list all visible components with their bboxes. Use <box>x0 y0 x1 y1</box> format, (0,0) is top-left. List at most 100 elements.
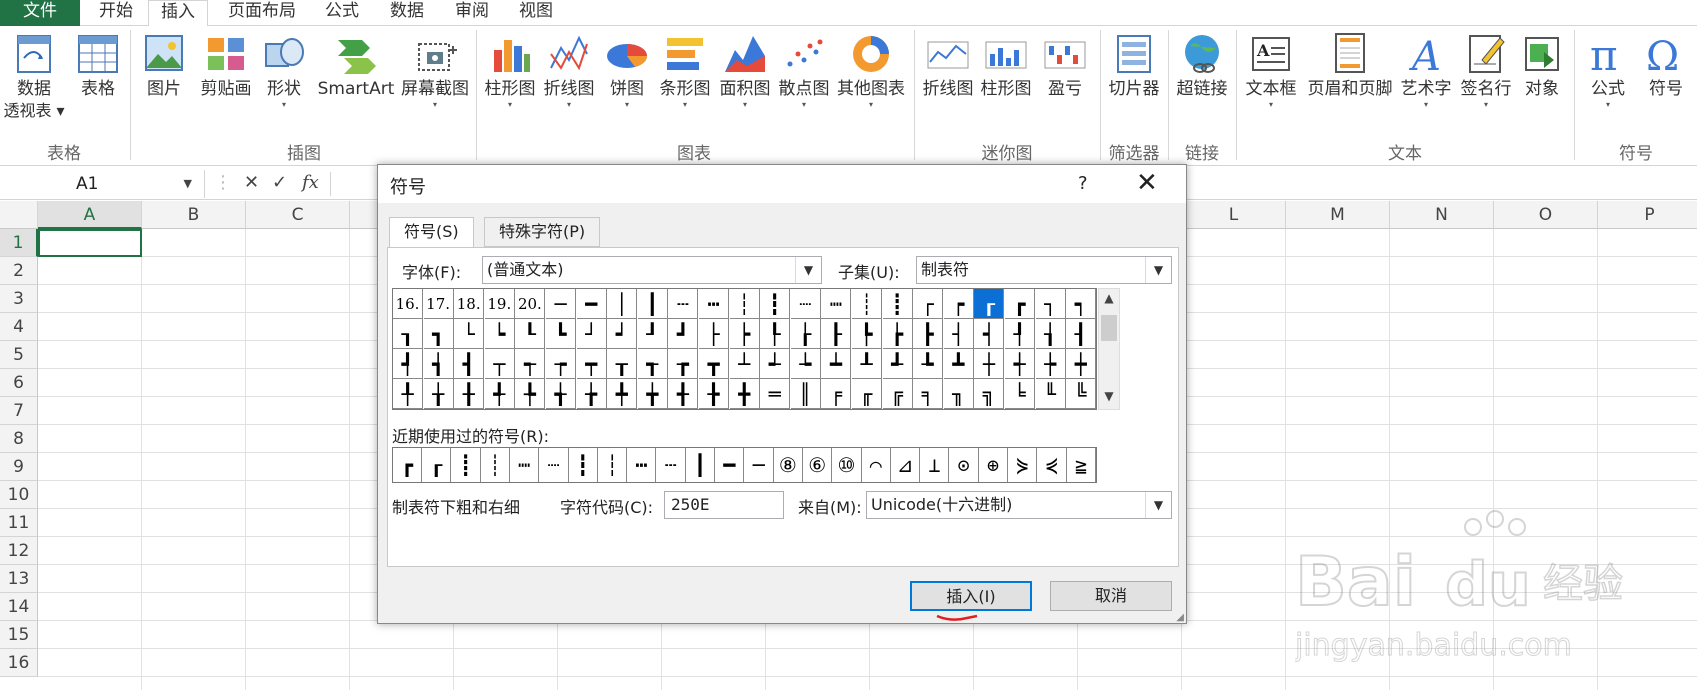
symbol-cell[interactable]: ┿ <box>1066 349 1097 379</box>
row-header-12[interactable]: 12 <box>0 537 38 565</box>
symbol-cell[interactable]: 19. <box>484 289 515 319</box>
symbol-grid-scrollbar[interactable]: ▲ ▼ <box>1098 288 1120 410</box>
row-header-8[interactable]: 8 <box>0 425 38 453</box>
symbol-cell[interactable]: ┊ <box>852 289 882 319</box>
row-header-4[interactable]: 4 <box>0 313 38 341</box>
scroll-up-icon[interactable]: ▲ <box>1099 291 1119 305</box>
symbol-cell[interactable]: ╔ <box>882 379 913 409</box>
select-all-corner[interactable] <box>0 201 38 229</box>
name-box[interactable]: A1 ▼ <box>0 170 205 198</box>
row-header-6[interactable]: 6 <box>0 369 38 397</box>
row-header-11[interactable]: 11 <box>0 509 38 537</box>
symbol-cell[interactable]: ╙ <box>1035 379 1066 409</box>
symbol-cell[interactable]: ╗ <box>974 379 1005 409</box>
symbol-cell[interactable]: ━ <box>576 289 607 319</box>
symbol-cell[interactable]: ┐ <box>1035 289 1066 319</box>
recent-symbol-cell[interactable]: ┇ <box>569 448 598 482</box>
symbol-cell[interactable]: ┯ <box>576 349 607 379</box>
symbol-cell[interactable]: ┖ <box>515 319 546 349</box>
symbol-cell[interactable]: ┗ <box>546 319 576 349</box>
symbol-cell[interactable]: ┢ <box>882 319 913 349</box>
symbol-cell[interactable]: 18. <box>454 289 485 319</box>
symbol-cell[interactable]: ┫ <box>454 349 485 379</box>
recent-symbol-cell[interactable]: ⊥ <box>920 448 950 482</box>
shapes-button[interactable]: 形状 ▾ <box>262 30 306 110</box>
symbol-cell[interactable]: ┟ <box>790 319 821 349</box>
symbol-cell[interactable]: ┏ <box>1005 289 1035 319</box>
recent-symbol-cell[interactable]: ┏ <box>393 448 422 482</box>
symbol-cell[interactable]: ╓ <box>852 379 882 409</box>
chevron-down-icon[interactable]: ▼ <box>184 170 192 198</box>
recent-symbol-cell[interactable]: ┅ <box>627 448 657 482</box>
symbol-cell-selected[interactable]: ┎ <box>974 289 1005 319</box>
recent-symbol-cell[interactable]: ⊿ <box>891 448 921 482</box>
recent-symbol-cell[interactable]: ≧ <box>1067 448 1096 482</box>
symbol-cell[interactable]: ┩ <box>393 349 423 379</box>
column-header-p[interactable]: P <box>1598 201 1697 229</box>
symbol-cell[interactable]: ┒ <box>393 319 423 349</box>
scroll-thumb[interactable] <box>1101 315 1117 341</box>
symbol-cell[interactable]: ┱ <box>637 349 668 379</box>
slicer-button[interactable]: 切片器 <box>1104 30 1164 100</box>
symbol-cell[interactable]: ┦ <box>1005 319 1035 349</box>
symbol-cell[interactable]: ┻ <box>943 349 974 379</box>
column-header-l[interactable]: L <box>1182 201 1286 229</box>
tab-home[interactable]: 开始 <box>88 0 144 26</box>
symbol-cell[interactable]: ═ <box>760 379 791 409</box>
symbol-cell[interactable]: ╆ <box>576 379 607 409</box>
symbol-cell[interactable]: ┨ <box>1066 319 1097 349</box>
recent-symbol-cell[interactable]: ┋ <box>452 448 481 482</box>
recent-symbol-cell[interactable]: ⑥ <box>803 448 833 482</box>
chevron-down-icon[interactable]: ▼ <box>795 257 821 283</box>
symbol-cell[interactable]: ╊ <box>699 379 729 409</box>
recent-symbol-cell[interactable]: ─ <box>745 448 774 482</box>
from-select[interactable]: Unicode(十六进制) ▼ <box>866 491 1172 519</box>
enter-icon[interactable]: ✓ <box>272 172 287 193</box>
recent-symbol-cell[interactable]: ┃ <box>686 448 715 482</box>
recent-symbol-cell[interactable]: ⌒ <box>862 448 891 482</box>
row-header-5[interactable]: 5 <box>0 341 38 369</box>
scatter-chart-button[interactable]: 散点图 ▾ <box>776 30 832 110</box>
signature-line-button[interactable]: 签名行 ▾ <box>1456 30 1516 110</box>
symbol-cell[interactable]: ┡ <box>852 319 882 349</box>
line-chart-button[interactable]: 折线图 ▾ <box>540 30 598 110</box>
symbol-cell[interactable]: ├ <box>699 319 729 349</box>
recent-symbols-strip[interactable]: ┏ ┎ ┋ ┊ ┉ ┈ ┇ ┆ ┅ ┄ ┃ ━ ─ ⑧ ⑥ ⑩ ⌒ ⊿ ⊥ ⊙ ⊕ ⋟ ⋞ ≧ <box>392 447 1097 483</box>
row-header-7[interactable]: 7 <box>0 397 38 425</box>
symbol-cell[interactable]: ┋ <box>882 289 913 319</box>
symbol-cell[interactable]: ┸ <box>852 349 882 379</box>
symbol-cell[interactable]: ┍ <box>943 289 974 319</box>
column-chart-button[interactable]: 柱形图 ▾ <box>482 30 538 110</box>
recent-symbol-cell[interactable]: ⋟ <box>1008 448 1038 482</box>
recent-symbol-cell[interactable]: ┆ <box>598 448 628 482</box>
tab-file[interactable]: 文件 <box>0 0 80 26</box>
column-header-m[interactable]: M <box>1286 201 1390 229</box>
symbol-cell[interactable]: ┚ <box>637 319 668 349</box>
symbol-cell[interactable]: ┽ <box>1005 349 1035 379</box>
column-header-b[interactable]: B <box>142 201 246 229</box>
symbol-cell[interactable]: ┈ <box>790 289 821 319</box>
symbol-cell[interactable]: ┵ <box>760 349 791 379</box>
column-header-c[interactable]: C <box>246 201 350 229</box>
row-header-14[interactable]: 14 <box>0 593 38 621</box>
tab-view[interactable]: 视图 <box>510 0 562 26</box>
help-icon[interactable]: ? <box>1078 173 1088 194</box>
symbol-cell[interactable]: ┾ <box>1035 349 1066 379</box>
symbol-cell[interactable]: ┶ <box>790 349 821 379</box>
recent-symbol-cell[interactable]: ⋞ <box>1038 448 1067 482</box>
symbol-cell[interactable]: ╅ <box>546 379 576 409</box>
symbol-cell[interactable]: 17. <box>423 289 454 319</box>
symbol-cell[interactable]: ╘ <box>1005 379 1035 409</box>
recent-symbol-cell[interactable]: ⑧ <box>774 448 803 482</box>
subset-select[interactable]: 制表符 ▼ <box>916 256 1172 284</box>
row-header-3[interactable]: 3 <box>0 285 38 313</box>
symbol-cell[interactable]: ┄ <box>668 289 699 319</box>
symbol-cell[interactable]: ┼ <box>974 349 1005 379</box>
bar-chart-button[interactable]: 条形图 ▾ <box>656 30 714 110</box>
recent-symbol-cell[interactable]: ┈ <box>540 448 569 482</box>
area-chart-button[interactable]: 面积图 ▾ <box>716 30 774 110</box>
header-footer-button[interactable]: 页眉和页脚 <box>1302 30 1398 100</box>
symbol-cell[interactable]: ╁ <box>423 379 454 409</box>
symbol-cell[interactable]: ║ <box>790 379 821 409</box>
function-icon[interactable]: fx <box>302 172 319 193</box>
